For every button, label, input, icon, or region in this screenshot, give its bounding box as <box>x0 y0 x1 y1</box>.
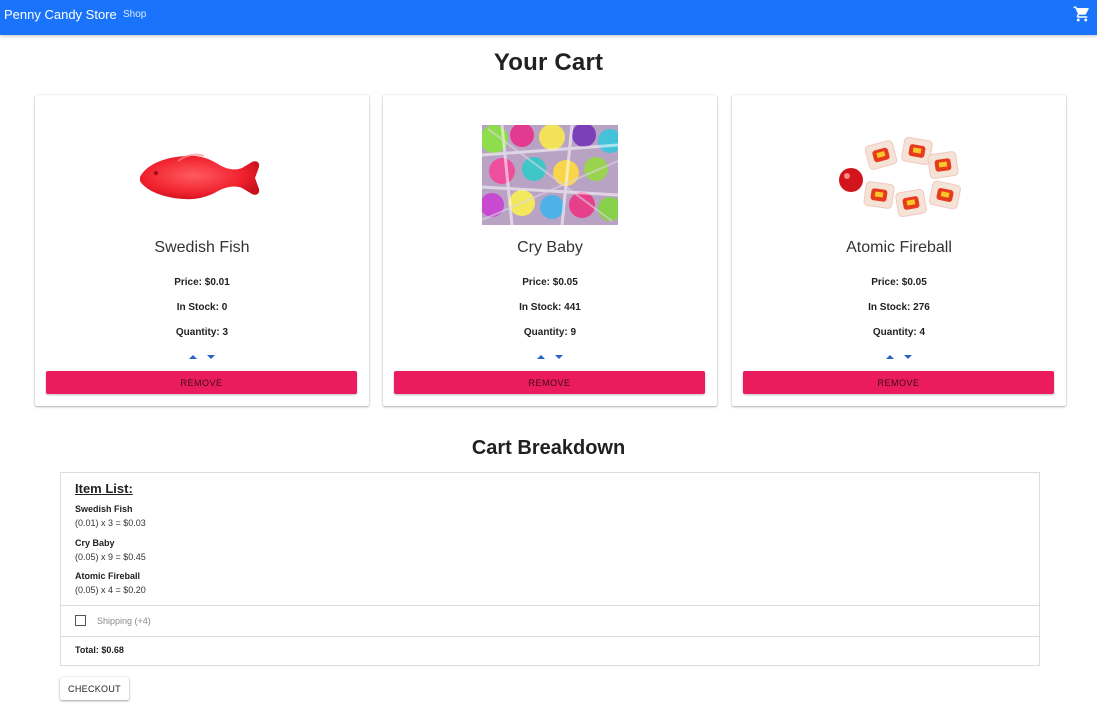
increase-quantity-icon[interactable] <box>536 355 545 359</box>
breakdown-item-name: Atomic Fireball <box>75 571 141 581</box>
item-quantity: Quantity: 4 <box>872 327 926 338</box>
cry-baby-candies-image <box>482 125 618 225</box>
remove-button[interactable]: REMOVE <box>46 371 357 394</box>
decrease-quantity-icon[interactable] <box>904 355 913 359</box>
breakdown-title: Cart Breakdown <box>471 437 626 459</box>
top-navbar: Penny Candy Store Shop <box>0 0 1097 35</box>
item-stock: In Stock: 0 <box>176 302 228 313</box>
item-list-title: Item List: <box>75 481 133 496</box>
breakdown-item-calc: (0.05) x 9 = $0.45 <box>75 552 146 562</box>
breakdown-item-calc: (0.05) x 4 = $0.20 <box>75 585 146 595</box>
shipping-checkbox[interactable] <box>75 615 86 626</box>
item-price: Price: $0.05 <box>522 277 578 288</box>
quantity-stepper <box>35 353 369 361</box>
quantity-stepper <box>732 353 1066 361</box>
shipping-label: Shipping (+4) <box>97 616 151 626</box>
divider <box>61 605 1039 606</box>
cart-total: Total: $0.68 <box>75 645 124 655</box>
item-stock: In Stock: 276 <box>868 302 930 313</box>
breakdown-item-name: Swedish Fish <box>75 504 133 514</box>
item-quantity: Quantity: 9 <box>523 327 577 338</box>
atomic-fireball-image <box>839 136 961 218</box>
item-name: Swedish Fish <box>154 239 250 256</box>
item-quantity: Quantity: 3 <box>175 327 229 338</box>
remove-button[interactable]: REMOVE <box>743 371 1054 394</box>
cart-item-card: Atomic Fireball Price: $0.05 In Stock: 2… <box>732 95 1066 406</box>
cart-item-card: Swedish Fish Price: $0.01 In Stock: 0 Qu… <box>35 95 369 406</box>
brand-link[interactable]: Penny Candy Store <box>4 7 117 22</box>
shopping-cart-icon[interactable] <box>1073 5 1091 23</box>
checkout-button[interactable]: CHECKOUT <box>60 677 129 700</box>
swedish-fish-image <box>140 153 260 200</box>
item-stock: In Stock: 441 <box>519 302 581 313</box>
decrease-quantity-icon[interactable] <box>207 355 216 359</box>
decrease-quantity-icon[interactable] <box>555 355 564 359</box>
item-price: Price: $0.01 <box>174 277 230 288</box>
breakdown-item-name: Cry Baby <box>75 538 115 548</box>
quantity-stepper <box>383 353 717 361</box>
shop-link[interactable]: Shop <box>123 9 146 20</box>
increase-quantity-icon[interactable] <box>885 355 894 359</box>
cart-breakdown-panel: Item List: Swedish Fish (0.01) x 3 = $0.… <box>60 472 1040 666</box>
increase-quantity-icon[interactable] <box>188 355 197 359</box>
breakdown-item-calc: (0.01) x 3 = $0.03 <box>75 518 146 528</box>
page-title: Your Cart <box>493 49 604 76</box>
divider <box>61 636 1039 637</box>
item-price: Price: $0.05 <box>871 277 927 288</box>
item-name: Atomic Fireball <box>846 239 952 256</box>
item-name: Cry Baby <box>517 239 583 256</box>
cart-item-card: Cry Baby Price: $0.05 In Stock: 441 Quan… <box>383 95 717 406</box>
remove-button[interactable]: REMOVE <box>394 371 705 394</box>
